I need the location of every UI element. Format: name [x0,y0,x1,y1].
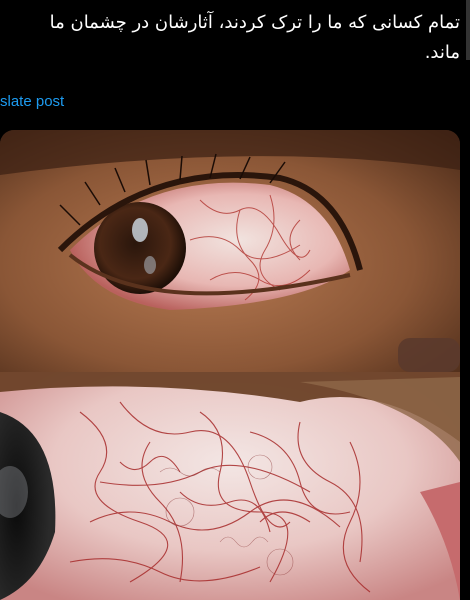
sclera-macro-image[interactable] [0,372,460,600]
tweet-text-line-1: تمام کسانی که ما را ترک کردند، آثارشان د… [49,12,460,33]
tweet-text-line-2: ماند. [424,42,460,63]
eye-closeup-image[interactable] [0,130,460,372]
translate-post-link[interactable]: slate post [0,93,64,110]
tweet-media[interactable] [0,130,460,600]
scrollbar[interactable] [466,0,470,60]
tweet-text: تمام کسانی که ما را ترک کردند، آثارشان د… [4,8,460,68]
